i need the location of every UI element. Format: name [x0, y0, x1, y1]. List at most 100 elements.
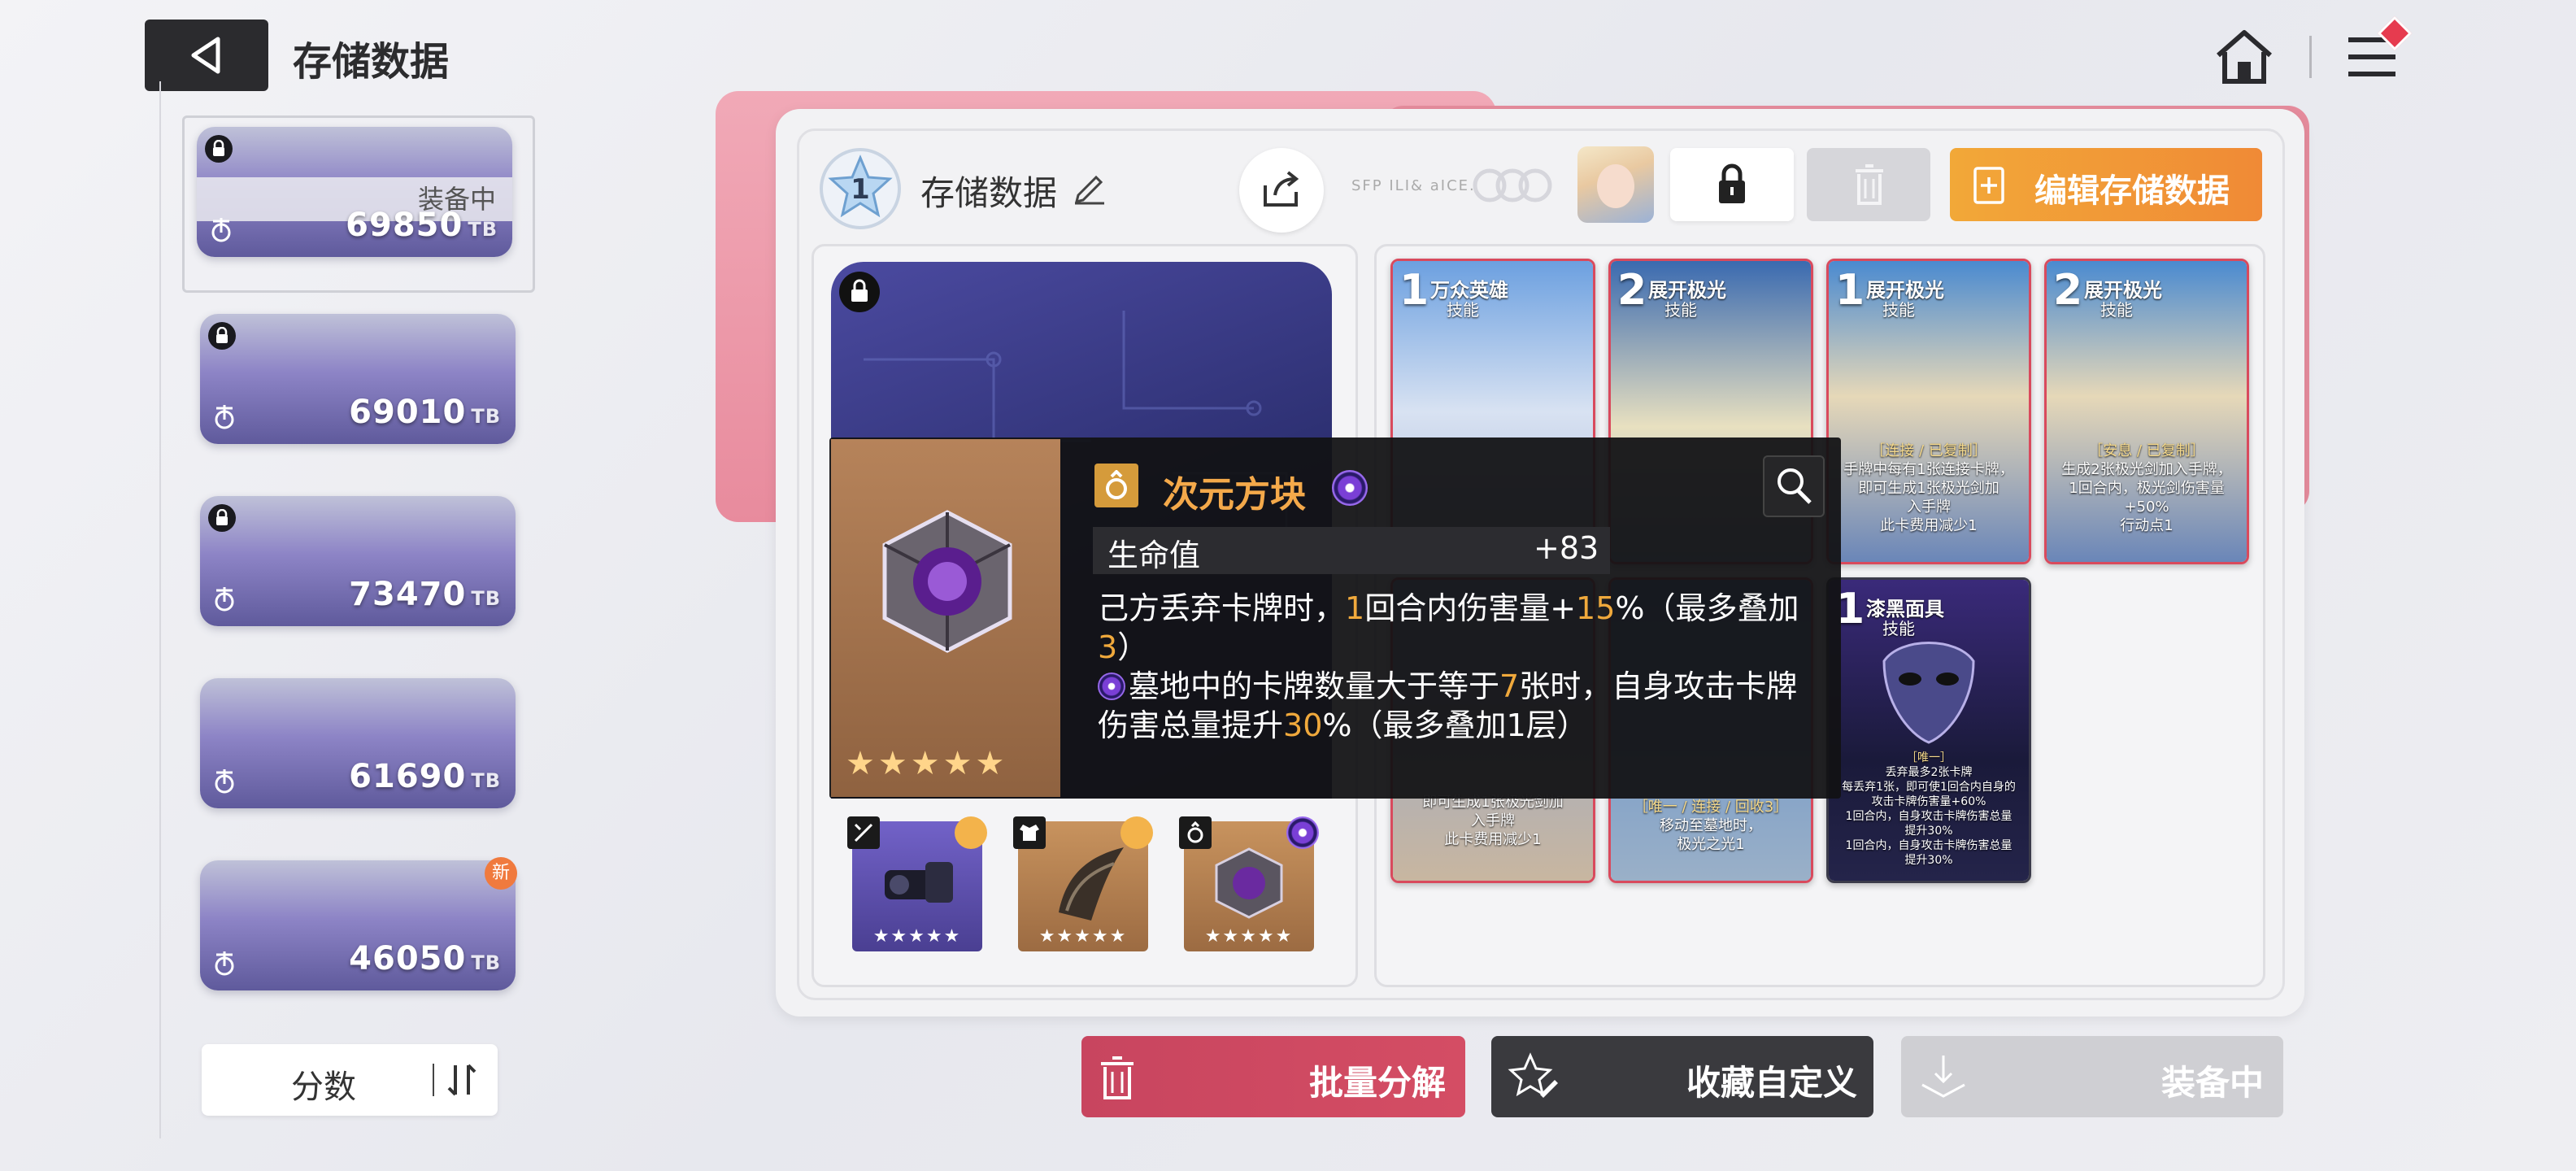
- home-icon[interactable]: [2213, 26, 2275, 88]
- card-cost: 2: [2053, 266, 2083, 315]
- weapon-icon: [847, 816, 880, 849]
- card-description: ［唯一］ 丢弃最多2张卡牌 每丢弃1张，即可使1回合内自身的 攻击卡牌伤害量+60% 1…: [1842, 751, 2016, 867]
- sun-gem-icon: [955, 816, 987, 849]
- rings-icon: [1473, 168, 1552, 202]
- edit-data-button[interactable]: 编辑存储数据: [1950, 148, 2262, 221]
- effect-description-2: 墓地中的卡牌数量大于等于7张时，自身攻击卡牌伤害总量提升30%（最多叠加1层）: [1098, 668, 1798, 743]
- card-description: ［连接 / 已复制］ 手牌中每有1张连接卡牌， 即可生成1张极光剑加 入手牌 此卡费用减…: [1843, 442, 2014, 534]
- lock-icon: [839, 272, 880, 312]
- favorite-custom-button[interactable]: 收藏自定义: [1491, 1036, 1873, 1117]
- favorite-custom-label: 收藏自定义: [1686, 1063, 1858, 1103]
- data-icon: [215, 405, 234, 429]
- edit-data-label: 编辑存储数据: [2034, 172, 2230, 210]
- ring-slot-icon: [1094, 464, 1138, 507]
- tooltip-rarity-stars: ★★★★★: [846, 745, 1008, 782]
- void-gem-icon: [1098, 673, 1125, 700]
- stat-label: 生命值: [1107, 538, 1201, 573]
- slot-score: 46050 TB: [349, 940, 501, 977]
- share-button[interactable]: [1239, 148, 1324, 233]
- level-badge: 1: [820, 148, 901, 229]
- card-cost: 1: [1399, 266, 1429, 315]
- sort-label: 分数: [291, 1069, 356, 1106]
- page-title: 存储数据: [293, 39, 450, 85]
- equipped-label: 装备中: [2161, 1063, 2265, 1103]
- character-avatar[interactable]: [1577, 146, 1654, 223]
- card-type: 技能: [1882, 619, 1915, 638]
- sort-button[interactable]: 分数: [202, 1044, 498, 1116]
- lock-icon: [208, 504, 236, 532]
- decorative-text: SFP ILI& aICE.: [1351, 177, 1476, 194]
- lock-icon: [205, 135, 233, 163]
- search-icon: [1778, 468, 1812, 504]
- stat-value: +83: [1534, 530, 1599, 566]
- card-description: ［唯一 / 连接 / 回收3］ 移动至墓地时， 极光之光1: [1633, 799, 1789, 853]
- card-type: 技能: [2100, 300, 2133, 320]
- card-cost: 1: [1835, 266, 1865, 315]
- trash-icon: [1856, 164, 1883, 205]
- sidebar-rail: [159, 81, 161, 1138]
- new-badge: 新: [485, 857, 517, 890]
- tooltip-item-name: 次元方块: [1163, 474, 1306, 516]
- card-cost: 2: [1617, 266, 1647, 315]
- data-slot-1[interactable]: 装备中 69850 TB: [197, 127, 512, 257]
- cube-art: [1215, 847, 1283, 919]
- card-type: 技能: [1882, 300, 1915, 320]
- trash-icon: [1101, 1056, 1134, 1099]
- slot-score: 73470 TB: [349, 576, 501, 613]
- svg-text:1: 1: [851, 173, 870, 206]
- rarity-stars: ★★★★★: [872, 926, 962, 947]
- data-slot-2[interactable]: 69010 TB: [200, 314, 516, 444]
- inspect-button[interactable]: [1763, 455, 1825, 517]
- lock-icon: [1719, 163, 1745, 203]
- edit-card-icon: [1973, 167, 2004, 204]
- card-type: 技能: [1447, 300, 1479, 320]
- data-icon: [215, 769, 234, 794]
- back-arrow-icon: [191, 37, 220, 74]
- header-divider: [2309, 36, 2312, 78]
- rarity-stars: ★★★★★: [1204, 926, 1294, 947]
- rarity-stars: ★★★★★: [1038, 926, 1128, 947]
- weapon-art: [885, 862, 953, 903]
- card-description: ［安息 / 已复制］ 生成2张极光剑加入手牌， 1回合内，极光剑伤害量 +50% 行动点…: [2061, 442, 2232, 534]
- data-slot-5[interactable]: 新 46050 TB: [200, 857, 517, 990]
- effect-description-1: 己方丢弃卡牌时，1回合内伤害量+15%（最多叠加3）: [1098, 590, 1799, 665]
- rename-pencil-icon[interactable]: [1072, 169, 1107, 205]
- batch-decompose-label: 批量分解: [1309, 1063, 1447, 1103]
- lock-icon: [208, 322, 236, 350]
- delete-button[interactable]: [1807, 148, 1930, 221]
- mask-art: [1882, 642, 1975, 744]
- slot-score: 69850 TB: [346, 207, 498, 244]
- card-type: 技能: [1664, 300, 1697, 320]
- data-icon: [215, 951, 234, 976]
- void-gem-icon: [1332, 470, 1368, 506]
- skill-card[interactable]: 1 展开极光 技能 ［连接 / 已复制］ 手牌中每有1张连接卡牌， 即可生成1张极光…: [1826, 259, 2031, 564]
- equipped-button[interactable]: 装备中: [1901, 1036, 2283, 1117]
- data-slot-3[interactable]: 73470 TB: [200, 496, 516, 626]
- data-icon: [215, 587, 234, 612]
- back-button[interactable]: [145, 20, 268, 91]
- skill-card[interactable]: 2 展开极光 技能 ［安息 / 已复制］ 生成2张极光剑加入手牌， 1回合内，极光剑…: [2044, 259, 2249, 564]
- sort-order-icon: [447, 1064, 476, 1096]
- dimension-cube-art: [882, 510, 1012, 653]
- data-icon: [211, 218, 231, 242]
- sort-divider: [433, 1064, 434, 1096]
- void-gem-icon: [1286, 816, 1319, 849]
- ring-icon: [1179, 816, 1212, 849]
- skill-card[interactable]: 1 漆黑面具 技能 ［唯一］ 丢弃最多2张卡牌 每丢弃1张，即可使1回合内自身的 攻击…: [1826, 577, 2031, 883]
- batch-decompose-button[interactable]: 批量分解: [1081, 1036, 1465, 1117]
- wing-art: [1059, 847, 1124, 921]
- slot-score: 69010 TB: [349, 394, 501, 431]
- armor-icon: [1013, 816, 1046, 849]
- card-description: 即可生成1张极光剑加 入手牌 此卡费用减少1: [1422, 794, 1564, 848]
- deck-name: 存储数据: [920, 173, 1058, 213]
- avatar-face: [1597, 164, 1634, 208]
- star-edit-icon: [1508, 1052, 1558, 1098]
- download-icon: [1921, 1056, 1965, 1098]
- slot-score: 61690 TB: [349, 758, 501, 795]
- data-slot-4[interactable]: 61690 TB: [200, 678, 516, 808]
- share-icon: [1264, 171, 1299, 207]
- lock-button[interactable]: [1670, 148, 1794, 221]
- equip-slot-weapon[interactable]: ★★★★★: [847, 816, 987, 951]
- equip-slot-armor[interactable]: ★★★★★: [1013, 816, 1153, 951]
- equip-slot-ring[interactable]: ★★★★★: [1179, 816, 1319, 951]
